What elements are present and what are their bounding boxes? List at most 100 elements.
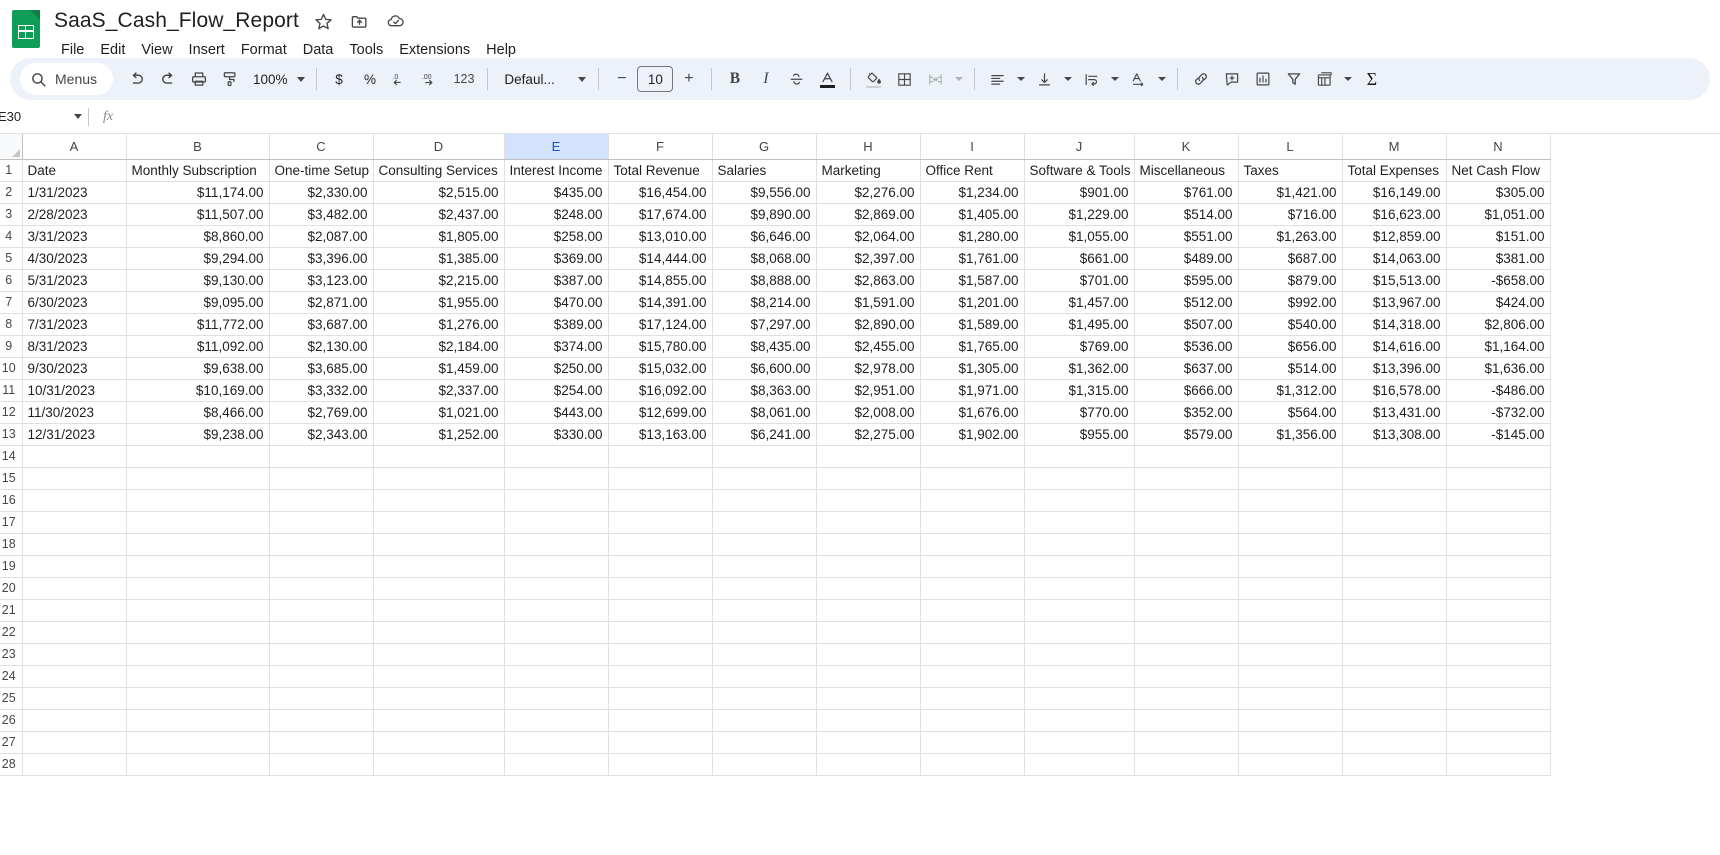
- data-cell[interactable]: $1,902.00: [920, 423, 1025, 446]
- data-cell[interactable]: $1,055.00: [1024, 225, 1135, 248]
- data-cell[interactable]: $637.00: [1134, 357, 1239, 380]
- data-cell[interactable]: $955.00: [1024, 423, 1135, 446]
- header-cell[interactable]: Interest Income: [504, 159, 609, 182]
- row-header-1[interactable]: 1: [0, 159, 23, 182]
- data-cell[interactable]: [373, 665, 505, 688]
- row-header-3[interactable]: 3: [0, 203, 23, 226]
- data-cell[interactable]: [126, 489, 270, 512]
- data-cell[interactable]: [1446, 621, 1551, 644]
- data-cell[interactable]: $1,362.00: [1024, 357, 1135, 380]
- data-cell[interactable]: [373, 511, 505, 534]
- data-cell[interactable]: [1446, 643, 1551, 666]
- data-cell[interactable]: $2,890.00: [816, 313, 921, 336]
- data-cell[interactable]: [920, 445, 1025, 468]
- data-cell[interactable]: [1024, 467, 1135, 490]
- data-cell[interactable]: $15,032.00: [608, 357, 713, 380]
- data-cell[interactable]: [608, 467, 713, 490]
- data-cell[interactable]: [712, 533, 817, 556]
- data-cell[interactable]: [269, 533, 374, 556]
- data-cell[interactable]: $6,646.00: [712, 225, 817, 248]
- data-cell[interactable]: [1238, 621, 1343, 644]
- insert-chart-button[interactable]: [1247, 64, 1278, 95]
- header-cell[interactable]: Taxes: [1238, 159, 1343, 182]
- data-cell[interactable]: $8,061.00: [712, 401, 817, 424]
- data-cell[interactable]: $374.00: [504, 335, 609, 358]
- data-cell[interactable]: [1238, 599, 1343, 622]
- data-cell[interactable]: $901.00: [1024, 181, 1135, 204]
- data-cell[interactable]: [816, 731, 921, 754]
- header-cell[interactable]: Total Expenses: [1342, 159, 1447, 182]
- row-header-6[interactable]: 6: [0, 269, 23, 292]
- data-cell[interactable]: [1238, 467, 1343, 490]
- data-cell[interactable]: [1342, 621, 1447, 644]
- decrease-font-size-button[interactable]: −: [606, 64, 637, 95]
- data-cell[interactable]: $1,805.00: [373, 225, 505, 248]
- data-cell[interactable]: [1134, 489, 1239, 512]
- data-cell[interactable]: $6,241.00: [712, 423, 817, 446]
- data-cell[interactable]: -$658.00: [1446, 269, 1551, 292]
- data-cell[interactable]: [1342, 533, 1447, 556]
- data-cell[interactable]: [1024, 753, 1135, 776]
- data-cell[interactable]: [1238, 731, 1343, 754]
- strikethrough-button[interactable]: [781, 64, 812, 95]
- data-cell[interactable]: $1,201.00: [920, 291, 1025, 314]
- row-header-27[interactable]: 27: [0, 731, 23, 754]
- data-cell[interactable]: [504, 577, 609, 600]
- data-cell[interactable]: $424.00: [1446, 291, 1551, 314]
- data-cell[interactable]: [373, 621, 505, 644]
- data-cell[interactable]: [504, 599, 609, 622]
- data-cell[interactable]: [712, 445, 817, 468]
- data-cell[interactable]: -$145.00: [1446, 423, 1551, 446]
- data-cell[interactable]: $514.00: [1134, 203, 1239, 226]
- undo-button[interactable]: [121, 64, 152, 95]
- data-cell[interactable]: [712, 709, 817, 732]
- data-cell[interactable]: [1134, 731, 1239, 754]
- text-rotation-button[interactable]: [1123, 64, 1154, 95]
- data-cell[interactable]: $761.00: [1134, 181, 1239, 204]
- data-cell[interactable]: $540.00: [1238, 313, 1343, 336]
- data-cell[interactable]: [22, 533, 127, 556]
- header-cell[interactable]: One-time Setup: [269, 159, 374, 182]
- fill-color-button[interactable]: [858, 64, 889, 95]
- data-cell[interactable]: $1,305.00: [920, 357, 1025, 380]
- data-cell[interactable]: $2,275.00: [816, 423, 921, 446]
- data-cell[interactable]: [504, 445, 609, 468]
- data-cell[interactable]: [269, 511, 374, 534]
- data-cell[interactable]: $11,772.00: [126, 313, 270, 336]
- chevron-down-icon[interactable]: [74, 114, 82, 119]
- data-cell[interactable]: 3/31/2023: [22, 225, 127, 248]
- header-cell[interactable]: Software & Tools: [1024, 159, 1135, 182]
- header-cell[interactable]: Salaries: [712, 159, 817, 182]
- data-cell[interactable]: [269, 489, 374, 512]
- data-cell[interactable]: $13,308.00: [1342, 423, 1447, 446]
- data-cell[interactable]: $10,169.00: [126, 379, 270, 402]
- row-header-15[interactable]: 15: [0, 467, 23, 490]
- data-cell[interactable]: [22, 665, 127, 688]
- data-cell[interactable]: [22, 467, 127, 490]
- data-cell[interactable]: $8,888.00: [712, 269, 817, 292]
- data-cell[interactable]: $1,312.00: [1238, 379, 1343, 402]
- data-cell[interactable]: [269, 731, 374, 754]
- data-cell[interactable]: [126, 599, 270, 622]
- data-cell[interactable]: [1134, 665, 1239, 688]
- data-cell[interactable]: [1024, 621, 1135, 644]
- data-cell[interactable]: [1134, 621, 1239, 644]
- data-cell[interactable]: [712, 621, 817, 644]
- data-cell[interactable]: [920, 731, 1025, 754]
- data-cell[interactable]: $656.00: [1238, 335, 1343, 358]
- data-cell[interactable]: $687.00: [1238, 247, 1343, 270]
- data-cell[interactable]: $7,297.00: [712, 313, 817, 336]
- data-cell[interactable]: [1446, 467, 1551, 490]
- data-cell[interactable]: [373, 687, 505, 710]
- data-cell[interactable]: $17,674.00: [608, 203, 713, 226]
- italic-button[interactable]: I: [750, 64, 781, 95]
- data-cell[interactable]: $2,215.00: [373, 269, 505, 292]
- search-menus-button[interactable]: Menus: [20, 63, 114, 95]
- data-cell[interactable]: [608, 753, 713, 776]
- row-header-20[interactable]: 20: [0, 577, 23, 600]
- data-cell[interactable]: $16,623.00: [1342, 203, 1447, 226]
- data-cell[interactable]: [1134, 709, 1239, 732]
- data-cell[interactable]: $9,095.00: [126, 291, 270, 314]
- data-cell[interactable]: [269, 467, 374, 490]
- data-cell[interactable]: $2,330.00: [269, 181, 374, 204]
